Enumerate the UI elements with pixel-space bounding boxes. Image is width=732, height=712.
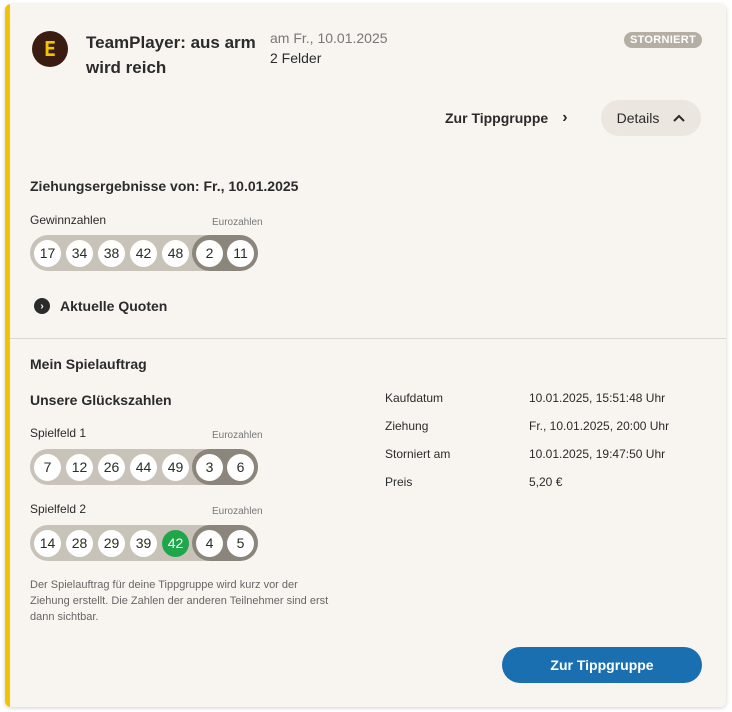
accent-stripe [5,4,10,707]
number-ball: 44 [130,453,157,481]
detail-value: 10.01.2025, 15:51:48 Uhr [529,391,666,405]
draw-results-heading: Ziehungsergebnisse von: Fr., 10.01.2025 [30,178,299,194]
euro-numbers: 3 6 [192,449,258,485]
details-toggle-button[interactable]: Details [601,100,701,136]
euro-ball: 3 [196,453,223,481]
winning-numbers: 17 34 38 42 48 2 11 [30,235,258,271]
chevron-right-icon: › [562,109,568,126]
chevron-up-icon [673,114,686,122]
field-count: 2 Felder [270,50,322,66]
euro-ball: 4 [196,529,223,557]
zur-tippgruppe-button[interactable]: Zur Tippgruppe [502,647,702,683]
lottery-order-card: E TeamPlayer: aus arm wird reich am Fr.,… [5,4,726,707]
euro-ball: 11 [227,239,254,267]
euro-numbers: 4 5 [192,525,258,561]
detail-value: Fr., 10.01.2025, 20:00 Uhr [529,419,670,433]
detail-key: Kaufdatum [385,391,444,405]
spielfeld-label: Spielfeld 1 [30,426,87,440]
info-text: Der Spielauftrag für deine Tippgruppe wi… [30,579,329,623]
eurojackpot-logo: E [32,31,68,67]
number-ball: 42 [130,239,157,267]
number-ball: 17 [34,239,61,267]
logo-letter: E [43,37,57,61]
number-ball: 34 [66,239,93,267]
detail-key: Storniert am [385,447,451,461]
detail-key: Preis [385,475,413,489]
order-heading: Mein Spielauftrag [30,356,147,372]
status-badge: STORNIERT [623,32,702,48]
draw-date: am Fr., 10.01.2025 [270,30,388,46]
gewinnzahlen-label: Gewinnzahlen [30,213,107,227]
spielfeld-numbers: 14 28 29 39 42 4 5 [30,525,258,561]
section-divider [10,338,726,339]
detail-key: Ziehung [385,419,429,433]
euro-ball: 2 [196,239,223,267]
number-ball: 28 [66,529,93,557]
number-ball-match: 42 [162,529,189,557]
euro-ball: 5 [227,529,254,557]
tippgruppe-link[interactable]: Zur Tippgruppe › [445,109,568,127]
number-ball: 7 [34,453,61,481]
number-ball: 14 [34,529,61,557]
chevron-right-circle-icon: › [34,298,50,314]
spielfeld-numbers: 7 12 26 44 49 3 6 [30,449,258,485]
number-ball: 29 [98,529,125,557]
tippgruppe-link-label: Zur Tippgruppe [445,110,549,126]
order-title: TeamPlayer: aus arm wird reich [86,33,256,77]
detail-value: 10.01.2025, 19:47:50 Uhr [529,447,666,461]
euro-numbers: 2 11 [192,235,258,271]
spielfeld-label: Spielfeld 2 [30,502,87,516]
eurozahlen-label: Eurozahlen [212,430,263,441]
number-ball: 38 [98,239,125,267]
current-odds-label: Aktuelle Quoten [60,298,168,314]
number-ball: 49 [162,453,189,481]
lucky-numbers-heading: Unsere Glückszahlen [30,392,172,408]
number-ball: 12 [66,453,93,481]
eurozahlen-label: Eurozahlen [212,506,263,517]
number-ball: 48 [162,239,189,267]
number-ball: 26 [98,453,125,481]
euro-ball: 6 [227,453,254,481]
eurozahlen-label: Eurozahlen [212,217,263,228]
current-odds-link[interactable]: › Aktuelle Quoten [34,298,167,314]
details-label: Details [616,110,660,126]
detail-value: 5,20 € [529,475,563,489]
number-ball: 39 [130,529,157,557]
